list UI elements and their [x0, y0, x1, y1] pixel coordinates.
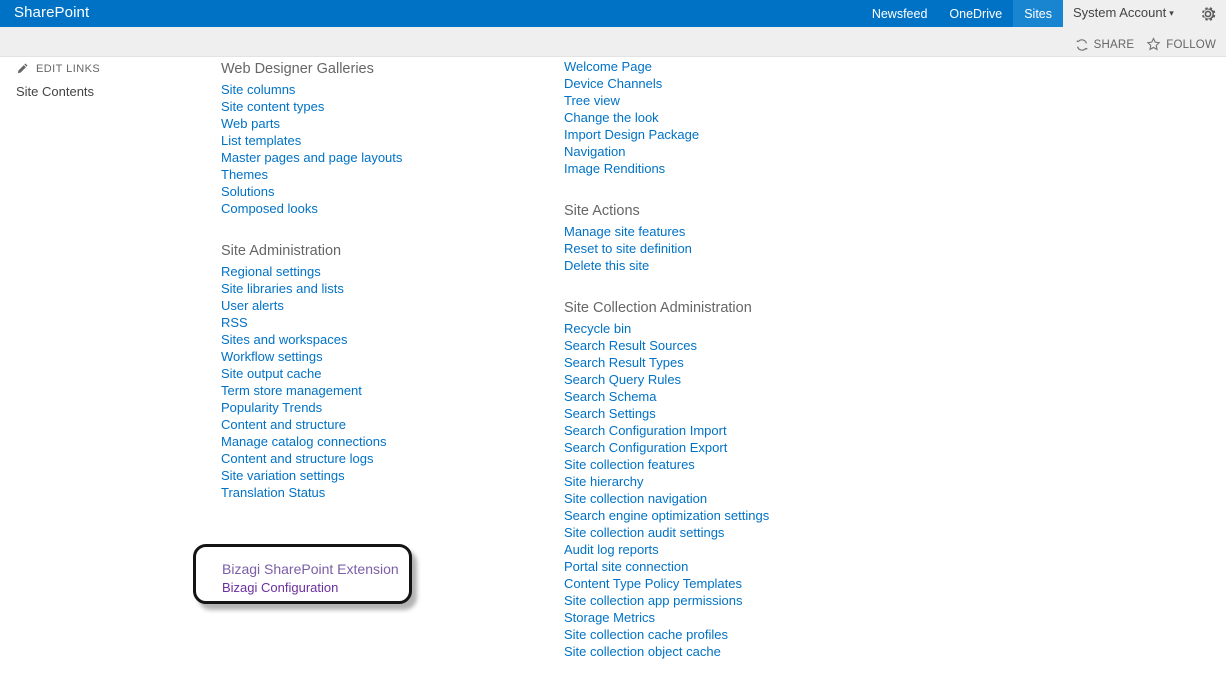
settings-link[interactable]: Themes	[221, 166, 521, 183]
settings-group-site-administration: Site Administration Regional settings Si…	[221, 240, 521, 501]
share-button[interactable]: SHARE	[1075, 38, 1135, 52]
settings-group-web-designer-galleries: Web Designer Galleries Site columns Site…	[221, 58, 521, 217]
share-label: SHARE	[1093, 38, 1135, 51]
settings-link[interactable]: Site collection features	[564, 456, 864, 473]
bizagi-group: Bizagi SharePoint Extension Bizagi Confi…	[222, 560, 399, 596]
suite-link-onedrive[interactable]: OneDrive	[938, 0, 1013, 27]
settings-link[interactable]: Master pages and page layouts	[221, 149, 521, 166]
settings-link[interactable]: Recycle bin	[564, 320, 864, 337]
settings-link[interactable]: Site collection cache profiles	[564, 626, 864, 643]
settings-link[interactable]: Term store management	[221, 382, 521, 399]
sharepoint-brand[interactable]: SharePoint	[14, 4, 89, 21]
settings-link[interactable]: Site libraries and lists	[221, 280, 521, 297]
star-icon	[1146, 37, 1161, 52]
settings-link[interactable]: List templates	[221, 132, 521, 149]
suite-bar: SharePoint Newsfeed OneDrive Sites	[0, 0, 1226, 33]
settings-link-bizagi-configuration[interactable]: Bizagi Configuration	[222, 579, 399, 596]
settings-link[interactable]: Audit log reports	[564, 541, 864, 558]
follow-button[interactable]: FOLLOW	[1146, 37, 1216, 52]
group-links: Manage site features Reset to site defin…	[564, 223, 864, 274]
page-actions: SHARE FOLLOW	[1075, 37, 1216, 52]
share-icon	[1075, 38, 1089, 52]
follow-label: FOLLOW	[1166, 38, 1216, 51]
quick-launch-item-site-contents[interactable]: Site Contents	[16, 83, 206, 100]
settings-link[interactable]: Search Result Types	[564, 354, 864, 371]
quick-launch: EDIT LINKS Site Contents	[16, 62, 206, 100]
settings-link[interactable]: Solutions	[221, 183, 521, 200]
settings-link[interactable]: Content and structure logs	[221, 450, 521, 467]
settings-link[interactable]: Search Result Sources	[564, 337, 864, 354]
settings-link[interactable]: Manage site features	[564, 223, 864, 240]
settings-group-site-actions: Site Actions Manage site features Reset …	[564, 200, 864, 274]
settings-link[interactable]: Search Query Rules	[564, 371, 864, 388]
settings-link[interactable]: Search engine optimization settings	[564, 507, 864, 524]
pencil-icon	[16, 62, 29, 75]
settings-link[interactable]: Site collection audit settings	[564, 524, 864, 541]
settings-link[interactable]: Search Settings	[564, 405, 864, 422]
chevron-down-icon: ▾	[1169, 8, 1174, 18]
suite-link-sites[interactable]: Sites	[1013, 0, 1063, 33]
settings-link[interactable]: Site collection navigation	[564, 490, 864, 507]
settings-link[interactable]: Site collection object cache	[564, 643, 864, 660]
edit-links-label: EDIT LINKS	[36, 62, 101, 75]
settings-link[interactable]: Search Schema	[564, 388, 864, 405]
group-title: Site Collection Administration	[564, 300, 752, 316]
settings-link[interactable]: Delete this site	[564, 257, 864, 274]
settings-link[interactable]: Navigation	[564, 143, 864, 160]
suite-nav: Newsfeed OneDrive Sites	[861, 0, 1063, 33]
group-links: Regional settings Site libraries and lis…	[221, 263, 521, 501]
group-links: Recycle bin Search Result Sources Search…	[564, 320, 864, 660]
bizagi-highlight-callout: Bizagi SharePoint Extension Bizagi Confi…	[193, 544, 412, 604]
settings-link[interactable]: Popularity Trends	[221, 399, 521, 416]
ribbon-strip	[0, 27, 1226, 57]
settings-link[interactable]: Manage catalog connections	[221, 433, 521, 450]
settings-link[interactable]: Portal site connection	[564, 558, 864, 575]
settings-link[interactable]: Sites and workspaces	[221, 331, 521, 348]
settings-column-left: Web Designer Galleries Site columns Site…	[221, 58, 521, 524]
settings-link[interactable]: Site columns	[221, 81, 521, 98]
group-title: Site Actions	[564, 203, 640, 219]
settings-link[interactable]: Site output cache	[221, 365, 521, 382]
settings-link[interactable]: Site hierarchy	[564, 473, 864, 490]
settings-link[interactable]: Site collection app permissions	[564, 592, 864, 609]
group-title: Site Administration	[221, 243, 342, 259]
settings-column-right: Welcome Page Device Channels Tree view C…	[564, 58, 864, 683]
settings-link[interactable]: Search Configuration Export	[564, 439, 864, 456]
settings-group-site-collection-administration: Site Collection Administration Recycle b…	[564, 297, 864, 660]
group-title: Bizagi SharePoint Extension	[222, 561, 399, 577]
group-title: Web Designer Galleries	[221, 61, 374, 77]
settings-link[interactable]: Welcome Page	[564, 58, 864, 75]
settings-link[interactable]: Tree view	[564, 92, 864, 109]
account-name: System Account	[1073, 5, 1167, 20]
gear-icon	[1198, 4, 1218, 24]
settings-link[interactable]: Import Design Package	[564, 126, 864, 143]
suite-account-area: System Account ▾	[1063, 0, 1226, 27]
settings-link[interactable]: Web parts	[221, 115, 521, 132]
account-menu[interactable]: System Account ▾	[1073, 5, 1174, 20]
settings-link[interactable]: Composed looks	[221, 200, 521, 217]
group-links: Site columns Site content types Web part…	[221, 81, 521, 217]
settings-link[interactable]: Site content types	[221, 98, 521, 115]
settings-link[interactable]: User alerts	[221, 297, 521, 314]
settings-link[interactable]: Content Type Policy Templates	[564, 575, 864, 592]
settings-link[interactable]: Search Configuration Import	[564, 422, 864, 439]
settings-group-look-and-feel-continued: Welcome Page Device Channels Tree view C…	[564, 58, 864, 177]
settings-link[interactable]: Device Channels	[564, 75, 864, 92]
edit-links-button[interactable]: EDIT LINKS	[16, 62, 206, 75]
settings-link[interactable]: Storage Metrics	[564, 609, 864, 626]
settings-link[interactable]: Change the look	[564, 109, 864, 126]
suite-link-newsfeed[interactable]: Newsfeed	[861, 0, 939, 27]
settings-link[interactable]: Reset to site definition	[564, 240, 864, 257]
group-links: Welcome Page Device Channels Tree view C…	[564, 58, 864, 177]
settings-link[interactable]: RSS	[221, 314, 521, 331]
settings-link[interactable]: Regional settings	[221, 263, 521, 280]
settings-link[interactable]: Content and structure	[221, 416, 521, 433]
settings-link[interactable]: Site variation settings	[221, 467, 521, 484]
settings-gear-button[interactable]	[1198, 4, 1218, 24]
settings-link[interactable]: Translation Status	[221, 484, 521, 501]
settings-link[interactable]: Workflow settings	[221, 348, 521, 365]
settings-link[interactable]: Image Renditions	[564, 160, 864, 177]
